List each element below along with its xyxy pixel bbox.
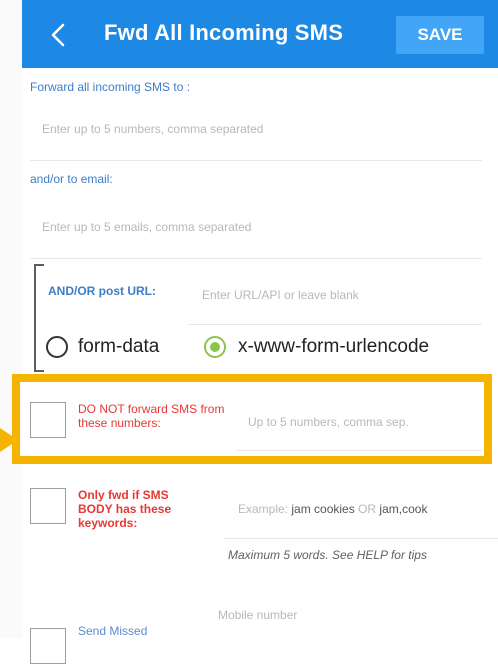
post-url-label: AND/OR post URL: [48, 284, 156, 298]
keywords-placeholder: Example: jam cookies OR jam,cook [238, 502, 427, 516]
keywords-input[interactable]: Example: jam cookies OR jam,cook [224, 478, 498, 539]
keywords-help-text: Maximum 5 words. See HELP for tips [228, 548, 427, 562]
radio-urlencode[interactable] [204, 336, 226, 358]
app-screen: Fwd All Incoming SMS SAVE Forward all in… [0, 0, 498, 664]
keywords-placeholder-or: OR [358, 502, 377, 516]
post-url-input[interactable]: Enter URL/API or leave blank [188, 266, 482, 325]
missed-call-number-input[interactable]: Mobile number [210, 590, 498, 638]
missed-call-checkbox[interactable] [30, 628, 66, 664]
chevron-left-icon[interactable] [44, 20, 74, 50]
radio-form-data[interactable] [46, 336, 68, 358]
page-title: Fwd All Incoming SMS [104, 20, 344, 45]
radio-urlencode-label[interactable]: x-www-form-urlencode [238, 336, 429, 358]
keywords-label: Only fwd if SMS BODY has these keywords: [78, 488, 172, 530]
keywords-checkbox[interactable] [30, 488, 66, 524]
url-section-bracket [34, 264, 44, 372]
post-url-placeholder: Enter URL/API or leave blank [202, 288, 359, 302]
pointer-arrow [0, 428, 18, 452]
missed-call-placeholder: Mobile number [218, 608, 298, 622]
missed-call-label: Send Missed [78, 624, 148, 638]
forward-numbers-placeholder: Enter up to 5 numbers, comma separated [42, 122, 264, 136]
keywords-placeholder-example: jam cookies [291, 502, 355, 516]
forward-numbers-label: Forward all incoming SMS to : [30, 80, 191, 94]
keywords-placeholder-example2: jam,cook [379, 502, 428, 516]
forward-email-placeholder: Enter up to 5 emails, comma separated [42, 220, 252, 234]
forward-email-label: and/or to email: [30, 172, 113, 186]
forward-email-input[interactable]: Enter up to 5 emails, comma separated [30, 194, 482, 259]
highlight-box [12, 374, 492, 464]
forward-numbers-input[interactable]: Enter up to 5 numbers, comma separated [30, 98, 482, 161]
keywords-placeholder-prefix: Example: [238, 502, 289, 516]
save-button[interactable]: SAVE [396, 16, 484, 54]
radio-form-data-label[interactable]: form-data [78, 336, 159, 358]
